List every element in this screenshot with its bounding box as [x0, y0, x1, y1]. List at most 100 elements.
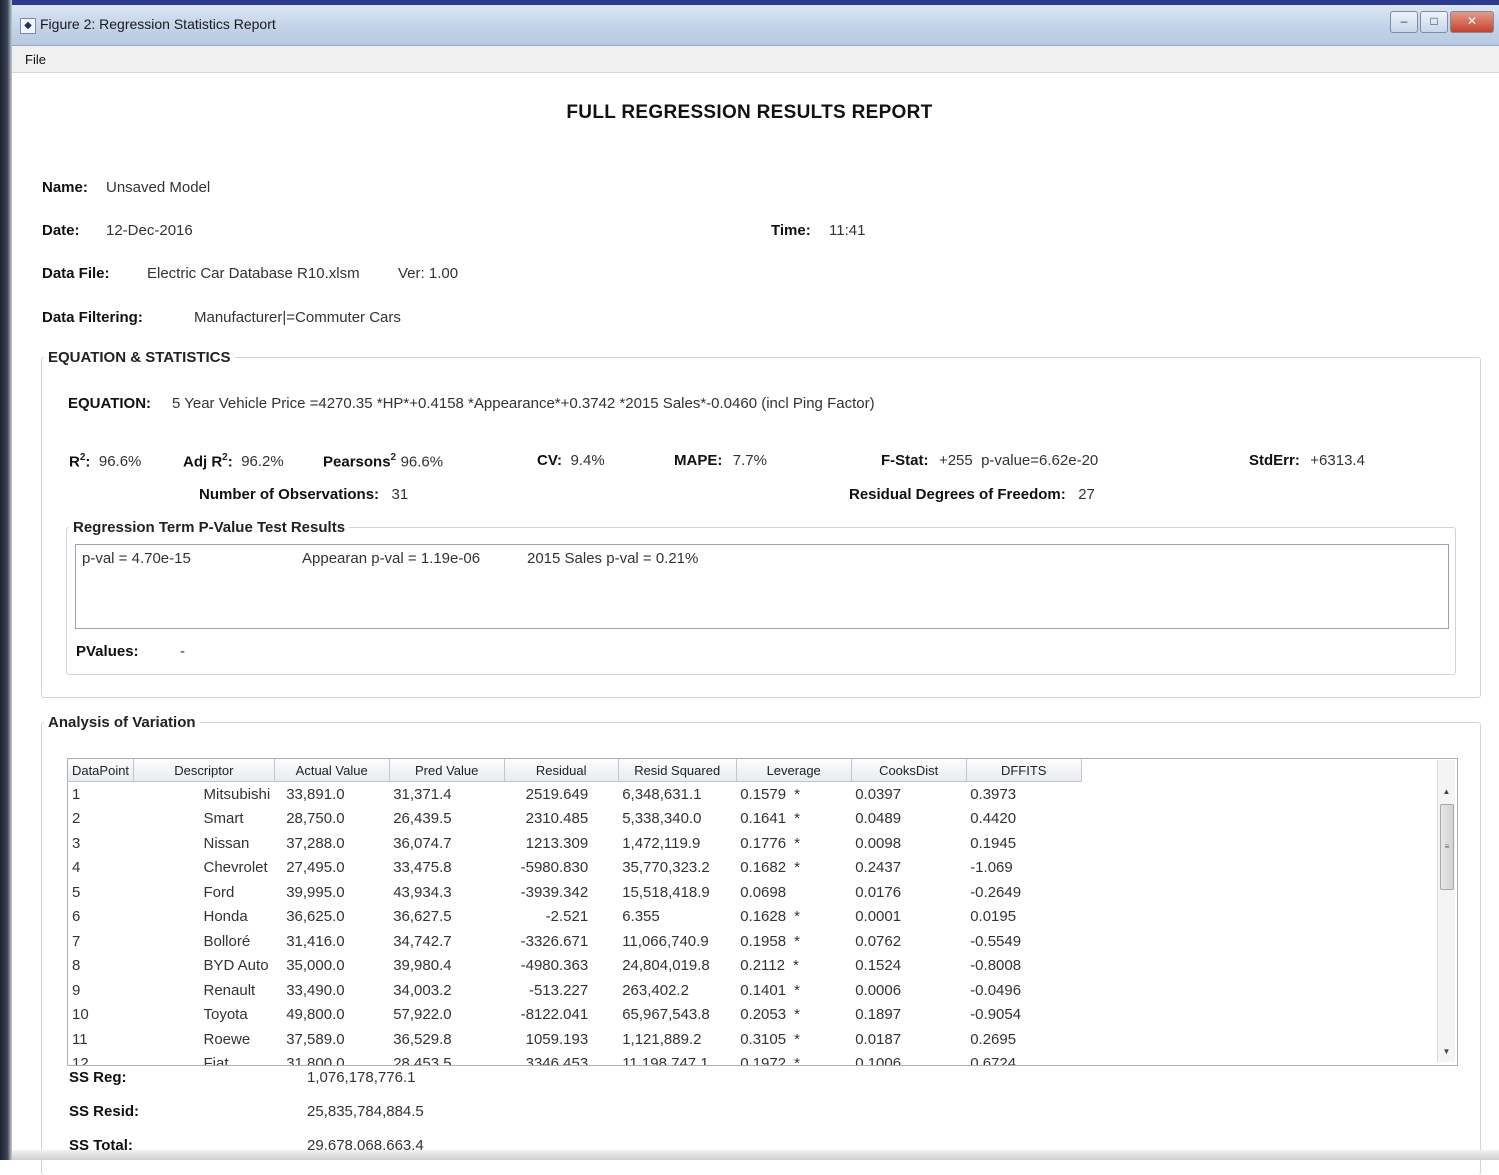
table-row[interactable]: 3 Nissan 37,288.0 36,074.7 1213.309 1,472,119… [68, 831, 1081, 856]
cell-datapoint: 2 [72, 810, 81, 828]
cell-pred-value: 36,627.5 [393, 908, 452, 926]
column-header-leverage[interactable]: Leverage [736, 759, 852, 782]
ss-resid-value: 25,835,784,884.5 [307, 1103, 424, 1120]
cell-resid-squared: 65,967,543.8 [622, 1006, 710, 1024]
cell-dffits: 0.2695 [970, 1030, 1017, 1048]
column-header-dffits[interactable]: DFFITS [966, 759, 1082, 782]
aov-table-container[interactable]: DataPoint Descriptor Actual Value Pred V… [67, 758, 1458, 1066]
leverage-flag: * [794, 859, 800, 877]
table-row[interactable]: 1 Mitsubishi 33,891.0 31,371.4 2519.649 6,348… [68, 782, 1081, 807]
cell-datapoint: 12 [72, 1055, 89, 1066]
cv-label: CV: [537, 452, 563, 469]
table-vertical-scrollbar[interactable]: ▲ ≡ ▼ [1437, 760, 1455, 1062]
scroll-down-arrow-icon[interactable]: ▼ [1438, 1044, 1455, 1060]
maximize-icon[interactable]: □ [1420, 11, 1448, 33]
cell-resid-squared: 263,402.2 [622, 981, 689, 999]
pvalues-label: PValues: [76, 643, 139, 660]
leverage-flag: * [794, 1055, 800, 1066]
pvalue-results-box[interactable]: p-val = 4.70e-15 Appearan p-val = 1.19e-… [75, 544, 1449, 629]
cell-resid-squared: 1,472,119.9 [622, 834, 701, 852]
cell-actual-value: 35,000.0 [286, 957, 345, 975]
leverage-value: 0.1579 [740, 785, 787, 803]
table-row[interactable]: 7 Bolloré 31,416.0 34,742.7 -3326.671 11,066,… [68, 929, 1081, 954]
cell-residual: 1213.309 [525, 834, 589, 852]
mape-label: MAPE: [674, 452, 723, 469]
leverage-value: 0.3105 [740, 1030, 787, 1048]
figure-app-icon[interactable]: ◆ [20, 18, 36, 34]
cell-pred-value: 36,529.8 [393, 1030, 452, 1048]
table-row[interactable]: 12 Fiat 31,800.0 28,453.5 3346.453 11,198,747… [68, 1052, 1081, 1066]
residual-df-stat: Residual Degrees of Freedom: 27 [849, 486, 1095, 504]
cell-cooksdist: 0.1006 [855, 1055, 902, 1066]
scroll-up-arrow-icon[interactable]: ▲ [1438, 784, 1455, 800]
cell-actual-value: 31,416.0 [286, 932, 345, 950]
date-value: 12-Dec-2016 [106, 222, 193, 239]
cell-datapoint: 7 [72, 932, 81, 950]
cell-datapoint: 3 [72, 834, 81, 852]
ss-reg-label: SS Reg: [69, 1069, 127, 1086]
column-header-resid-squared[interactable]: Resid Squared [618, 759, 737, 782]
pearsons-stat: Pearsons2 96.6% [323, 452, 443, 471]
name-value: Unsaved Model [106, 179, 211, 196]
cell-leverage: 0.2053 * [736, 1003, 851, 1028]
cv-value: 9.4% [570, 452, 605, 469]
menu-file[interactable]: File [25, 52, 46, 67]
scroll-thumb[interactable]: ≡ [1440, 804, 1454, 890]
cell-cooksdist: 0.0489 [855, 810, 902, 828]
cell-pred-value: 36,074.7 [393, 834, 452, 852]
leverage-flag: * [794, 785, 800, 803]
leverage-value: 0.1401 [740, 981, 787, 999]
menu-bar: File [12, 46, 1499, 73]
table-row[interactable]: 11 Roewe 37,589.0 36,529.8 1059.193 1,121,889… [68, 1027, 1081, 1052]
table-row[interactable]: 2 Smart 28,750.0 26,439.5 2310.485 5,338,340.… [68, 807, 1081, 832]
time-value: 11:41 [829, 222, 866, 239]
table-row[interactable]: 8 BYD Auto 35,000.0 39,980.4 -4980.363 24,804… [68, 954, 1081, 979]
minimize-icon[interactable]: – [1390, 11, 1418, 33]
leverage-value: 0.2053 [740, 1006, 787, 1024]
mape-value: 7.7% [732, 452, 767, 469]
cell-descriptor: Renault [203, 981, 256, 999]
cell-descriptor: Smart [203, 810, 244, 828]
table-row[interactable]: 10 Toyota 49,800.0 57,922.0 -8122.041 65,967,… [68, 1003, 1081, 1028]
leverage-flag: * [794, 1030, 800, 1048]
cell-descriptor: Mitsubishi [203, 785, 271, 803]
close-icon[interactable]: ✕ [1450, 11, 1494, 33]
cell-leverage: 0.3105 * [736, 1027, 851, 1052]
cell-cooksdist: 0.0006 [855, 981, 902, 999]
column-header-datapoint[interactable]: DataPoint [68, 759, 134, 782]
observations-value: 31 [391, 486, 409, 503]
column-header-residual[interactable]: Residual [504, 759, 619, 782]
pearsons-superscript: 2 [390, 452, 397, 463]
cell-dffits: -1.069 [970, 859, 1013, 877]
cell-resid-squared: 11,066,740.9 [622, 932, 709, 950]
cell-datapoint: 6 [72, 908, 81, 926]
cell-leverage: 0.1776 * [736, 831, 851, 856]
cell-actual-value: 39,995.0 [286, 883, 345, 901]
table-row[interactable]: 6 Honda 36,625.0 36,627.5 -2.521 6.355 0.1628 *… [68, 905, 1081, 930]
cell-resid-squared: 6,348,631.1 [622, 785, 702, 803]
cell-cooksdist: 0.1897 [855, 1006, 902, 1024]
table-row[interactable]: 5 Ford 39,995.0 43,934.3 -3939.342 15,518,418… [68, 880, 1081, 905]
cell-residual: 2310.485 [525, 810, 589, 828]
cell-dffits: 0.1945 [970, 834, 1017, 852]
cell-residual: 2519.649 [525, 785, 589, 803]
pearsons-label: Pearsons [323, 453, 391, 471]
column-header-descriptor[interactable]: Descriptor [133, 759, 275, 782]
column-header-pred-value[interactable]: Pred Value [389, 759, 505, 782]
table-row[interactable]: 9 Renault 33,490.0 34,003.2 -513.227 263,402.… [68, 978, 1081, 1003]
filtering-label: Data Filtering: [42, 309, 143, 326]
adjr2-value: 96.2% [241, 453, 284, 471]
table-row[interactable]: 4 Chevrolet 27,495.0 33,475.8 -5980.830 35,77… [68, 856, 1081, 881]
cell-actual-value: 37,288.0 [286, 834, 345, 852]
fstat-stat: F-Stat: +255 p-value=6.62e-20 [881, 452, 1098, 470]
cell-resid-squared: 6.355 [622, 908, 660, 926]
column-header-actual-value[interactable]: Actual Value [274, 759, 390, 782]
window-title: Figure 2: Regression Statistics Report [40, 16, 276, 32]
cell-leverage: 0.1401 * [736, 978, 851, 1003]
column-header-cooksdist[interactable]: CooksDist [851, 759, 967, 782]
cell-cooksdist: 0.0762 [855, 932, 902, 950]
analysis-of-variation-legend: Analysis of Variation [48, 714, 196, 731]
pvalues-value: - [180, 643, 185, 660]
equation-statistics-legend: EQUATION & STATISTICS [48, 349, 231, 366]
fstat-value: +255 p-value=6.62e-20 [938, 452, 1099, 469]
